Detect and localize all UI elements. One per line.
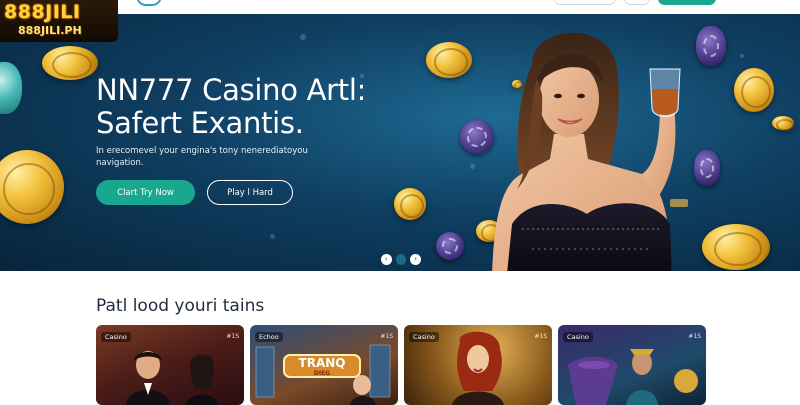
card-badge: #1S [688,333,701,340]
logo-text: 888JILI [4,1,81,23]
hero-title: NN777 Casino Artl: Safert Exantis. [96,74,426,140]
card-category-tag: Echoo [255,332,283,342]
top-navigation-bar [0,0,800,14]
hero-model-illustration [492,32,688,271]
logo-domain: 888JILI.PH [18,24,82,37]
card-category-tag: Casino [101,332,131,342]
game-card-row: Casino #1S TRANQ DIEG Echoo #1S Casino #… [96,325,706,405]
card-category-tag: Casino [563,332,593,342]
gold-coin-decoration [772,116,795,132]
site-logo[interactable]: 888JILI 888JILI.PH [0,0,118,42]
game-card[interactable]: Casino #1S [404,325,552,405]
hero-title-line: NN777 Casino Artl: [96,73,367,107]
gold-coin-decoration [394,188,426,220]
hero-title-line: Safert Exantis. [96,106,304,140]
cta-primary-button[interactable]: Clart Try Now [96,180,195,205]
menu-icon[interactable] [136,0,162,6]
carousel-prev-button[interactable]: ‹ [381,254,392,265]
card-category-tag: Casino [409,332,439,342]
card-badge: #1S [534,333,547,340]
bokeh-light [300,34,306,40]
bokeh-light [270,234,275,239]
teal-chip-decoration [0,62,22,114]
gold-coin-decoration [42,46,98,80]
bokeh-light [740,54,744,58]
hero-subtitle: In erecomevel your engina's tony nenered… [96,145,336,169]
gold-coin-decoration [702,224,770,270]
gold-coin-decoration [426,42,472,78]
login-button[interactable] [554,0,616,5]
purple-chip-decoration [460,120,494,154]
game-card[interactable]: Casino #1S [558,325,706,405]
carousel-dot-active[interactable] [395,254,407,265]
card-badge: #1S [380,333,393,340]
cta-secondary-button[interactable]: Play l Hard [207,180,293,205]
carousel-next-button[interactable]: › [410,254,422,265]
purple-chip-decoration [436,232,464,260]
card-sign-subtext: DIEG [313,370,331,377]
game-card[interactable]: Casino #1S [96,325,244,405]
card-badge: #1S [226,333,239,340]
hero-subtitle-line: In erecomevel your engina's tony nenered… [96,146,308,156]
gold-coin-decoration [734,68,774,112]
language-button[interactable] [624,0,650,5]
card-sign-text: TRANQ [298,356,346,370]
game-card[interactable]: TRANQ DIEG Echoo #1S [250,325,398,405]
hero-banner: NN777 Casino Artl: Safert Exantis. In er… [0,14,800,271]
section-title: Patl lood youri tains [96,296,265,316]
carousel-controls: ‹ › [381,254,422,266]
hero-subtitle-line: navigation. [96,158,144,168]
gold-coin-decoration [0,150,64,224]
register-button[interactable] [658,0,716,5]
bokeh-light [470,164,475,169]
